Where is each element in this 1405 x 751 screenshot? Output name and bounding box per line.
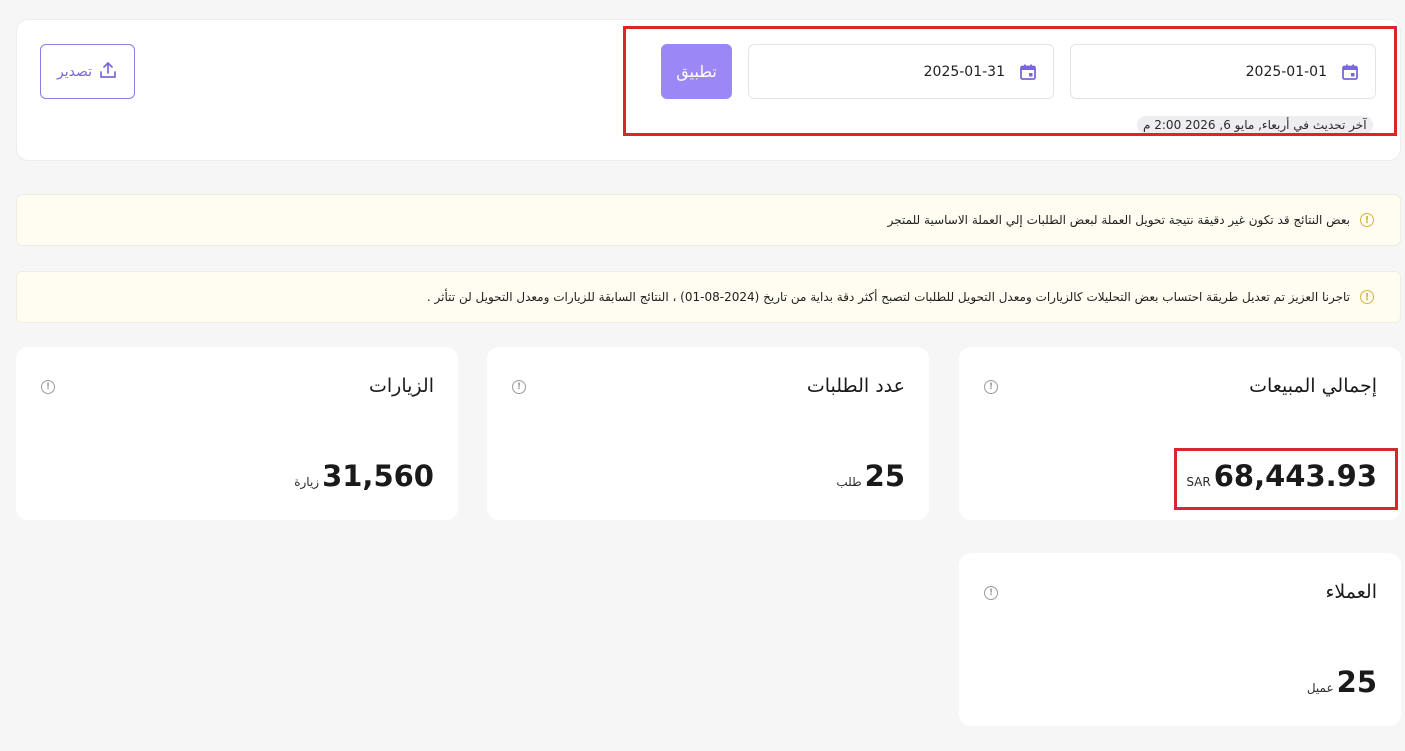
orders-card: عدد الطلبات ! طلب 25 [487,347,929,520]
highlight-box-filter [623,26,1397,136]
info-icon[interactable]: ! [984,586,998,600]
info-icon[interactable]: ! [41,380,55,394]
warning-icon: ! [1360,213,1374,227]
currency-notice: بعض النتائج قد تكون غير دقيقة نتيجة تحوي… [16,194,1401,246]
customers-card: العملاء ! عميل 25 [959,553,1401,726]
export-button[interactable]: تصدير [40,44,135,99]
card-number: 25 [864,459,905,493]
warning-icon: ! [1360,290,1374,304]
highlight-box-sales [1174,448,1398,510]
export-label: تصدير [56,63,92,80]
card-title: العملاء [1325,581,1378,603]
notice-text: بعض النتائج قد تكون غير دقيقة نتيجة تحوي… [887,213,1350,227]
card-value: زيارة 31,560 [294,459,434,493]
card-unit: عميل [1306,681,1334,695]
visits-card: الزيارات ! زيارة 31,560 [16,347,458,520]
info-icon[interactable]: ! [984,380,998,394]
analytics-notice: تاجرنا العزيز تم تعديل طريقة احتساب بعض … [16,271,1401,323]
card-value: طلب 25 [836,459,905,493]
upload-icon [98,60,118,84]
card-title: عدد الطلبات [806,375,905,397]
info-icon[interactable]: ! [512,380,526,394]
card-number: 25 [1336,665,1377,699]
notice-text: تاجرنا العزيز تم تعديل طريقة احتساب بعض … [426,290,1350,304]
card-value: عميل 25 [1307,665,1377,699]
card-title: الزيارات [369,375,434,397]
card-unit: زيارة [294,475,320,489]
card-title: إجمالي المبيعات [1249,375,1377,397]
card-unit: طلب [836,475,862,489]
card-number: 31,560 [322,459,434,493]
